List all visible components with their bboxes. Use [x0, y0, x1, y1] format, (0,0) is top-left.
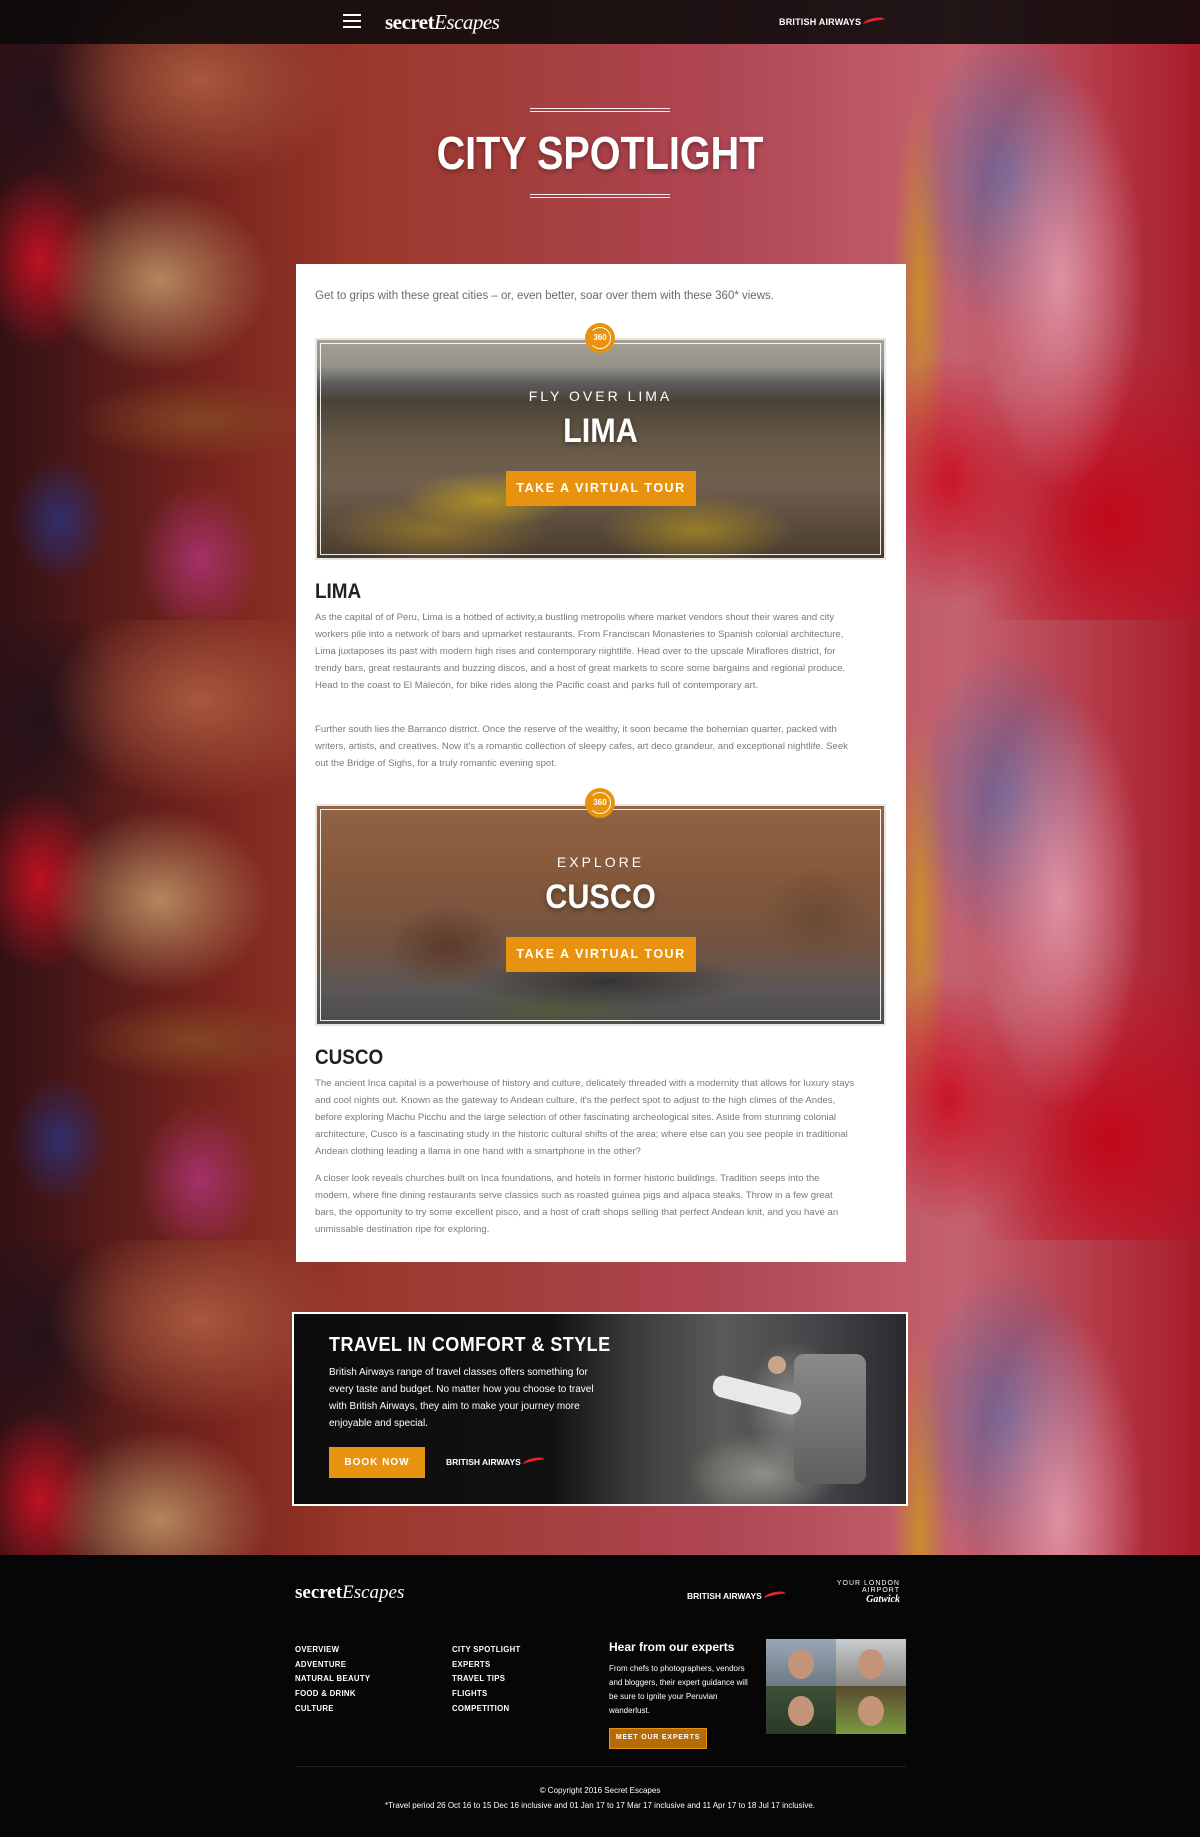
expert-face — [788, 1649, 814, 1679]
logo-text-bold: secret — [295, 1582, 343, 1603]
british-airways-logo[interactable]: BRITISH AIRWAYS — [779, 15, 886, 29]
book-now-button[interactable]: BOOK NOW — [329, 1447, 425, 1478]
footer-link-overview[interactable]: OVERVIEW — [295, 1643, 370, 1658]
secret-escapes-logo[interactable]: secretEscapes — [385, 10, 500, 35]
expert-photo — [836, 1686, 906, 1734]
travel-period-text: *Travel period 26 Oct 16 to 15 Dec 16 in… — [384, 1801, 816, 1810]
footer-link-travel-tips[interactable]: TRAVEL TIPS — [452, 1672, 521, 1687]
meet-our-experts-button[interactable]: MEET OUR EXPERTS — [609, 1728, 707, 1749]
copyright-text: © Copyright 2016 Secret Escapes — [539, 1786, 661, 1795]
british-airways-logo[interactable]: BRITISH AIRWAYS — [687, 1589, 787, 1603]
content-card: Get to grips with these great cities – o… — [296, 264, 906, 1262]
gatwick-logo[interactable]: YOUR LONDON AIRPORT Gatwick — [800, 1580, 900, 1605]
360-badge-label: 360 — [589, 327, 611, 349]
360-badge-icon: 360 — [585, 323, 615, 353]
footer-divider — [295, 1766, 906, 1767]
cusco-virtual-tour-banner[interactable]: EXPLORE CUSCO TAKE A VIRTUAL TOUR — [315, 804, 886, 1026]
expert-photo — [836, 1639, 906, 1686]
promo-title: TRAVEL IN COMFORT & STYLE — [329, 1334, 611, 1356]
cusco-paragraph: A closer look reveals churches built on … — [315, 1173, 839, 1235]
experts-text: From chefs to photographers, vendors and… — [609, 1664, 748, 1715]
banner-kicker: EXPLORE — [556, 854, 645, 870]
footer-link-flights[interactable]: FLIGHTS — [452, 1687, 521, 1702]
expert-face — [788, 1696, 814, 1726]
360-badge-icon: 360 — [585, 788, 615, 818]
logo-text-italic: Escapes — [342, 1582, 405, 1603]
promo-passenger-image — [710, 1373, 804, 1417]
secret-escapes-logo[interactable]: secretEscapes — [295, 1582, 404, 1604]
hamburger-menu-icon[interactable] — [343, 14, 361, 28]
lima-virtual-tour-button[interactable]: TAKE A VIRTUAL TOUR — [506, 471, 696, 506]
promo-seat-image — [794, 1354, 866, 1484]
footer-link-experts[interactable]: EXPERTS — [452, 1658, 521, 1673]
footer-link-food-drink[interactable]: FOOD & DRINK — [295, 1687, 370, 1702]
banner-kicker: FLY OVER LIMA — [528, 388, 673, 404]
footer: secretEscapes BRITISH AIRWAYS YOUR LONDO… — [0, 1555, 1200, 1837]
page-title: CITY SPOTLIGHT — [436, 127, 764, 179]
logo-text-bold: secret — [385, 10, 435, 34]
intro-text: Get to grips with these great cities – o… — [315, 290, 774, 302]
title-rule-top — [530, 108, 670, 112]
title-rule-bottom — [530, 194, 670, 198]
footer-link-natural-beauty[interactable]: NATURAL BEAUTY — [295, 1672, 370, 1687]
cusco-paragraph: The ancient Inca capital is a powerhouse… — [315, 1078, 855, 1157]
experts-photo-grid[interactable] — [766, 1639, 906, 1734]
360-badge-label: 360 — [589, 792, 611, 814]
expert-photo — [766, 1686, 836, 1734]
footer-link-adventure[interactable]: ADVENTURE — [295, 1658, 370, 1673]
menu-line — [343, 14, 361, 16]
ba-logo-text: BRITISH AIRWAYS — [446, 1457, 521, 1467]
ba-promo-banner: TRAVEL IN COMFORT & STYLE British Airway… — [292, 1312, 908, 1506]
footer-link-city-spotlight[interactable]: CITY SPOTLIGHT — [452, 1643, 521, 1658]
footer-nav-column: CITY SPOTLIGHT EXPERTS TRAVEL TIPS FLIGH… — [452, 1643, 521, 1717]
top-navigation-bar: secretEscapes BRITISH AIRWAYS — [0, 0, 1200, 44]
ba-logo-text: BRITISH AIRWAYS — [779, 17, 862, 27]
cusco-heading: CUSCO — [315, 1046, 384, 1069]
cusco-virtual-tour-button[interactable]: TAKE A VIRTUAL TOUR — [506, 937, 696, 972]
menu-line — [343, 26, 361, 28]
promo-passenger-head — [768, 1356, 786, 1374]
banner-city-name: CUSCO — [545, 878, 656, 916]
british-airways-logo[interactable]: BRITISH AIRWAYS — [446, 1455, 546, 1469]
experts-title: Hear from our experts — [609, 1640, 735, 1654]
gatwick-wordmark: Gatwick — [866, 1594, 900, 1605]
footer-nav-column: OVERVIEW ADVENTURE NATURAL BEAUTY FOOD &… — [295, 1643, 370, 1717]
footer-link-competition[interactable]: COMPETITION — [452, 1702, 521, 1717]
lima-paragraph: Further south lies the Barranco district… — [315, 724, 848, 769]
gatwick-tagline: YOUR LONDON AIRPORT — [836, 1580, 900, 1594]
ba-swoosh-icon — [763, 1589, 787, 1603]
ba-swoosh-icon — [522, 1455, 546, 1469]
lima-heading: LIMA — [315, 580, 362, 603]
menu-line — [343, 20, 361, 22]
logo-text-italic: Escapes — [434, 10, 500, 34]
banner-city-name: LIMA — [563, 412, 638, 450]
lima-virtual-tour-banner[interactable]: FLY OVER LIMA LIMA TAKE A VIRTUAL TOUR — [315, 338, 886, 560]
ba-logo-text: BRITISH AIRWAYS — [687, 1591, 762, 1601]
expert-photo — [766, 1639, 836, 1686]
expert-face — [858, 1696, 884, 1726]
lima-paragraph: As the capital of of Peru, Lima is a hot… — [315, 612, 846, 691]
expert-face — [858, 1649, 884, 1679]
footer-link-culture[interactable]: CULTURE — [295, 1702, 370, 1717]
promo-text: British Airways range of travel classes … — [329, 1367, 594, 1429]
ba-swoosh-icon — [862, 15, 886, 29]
